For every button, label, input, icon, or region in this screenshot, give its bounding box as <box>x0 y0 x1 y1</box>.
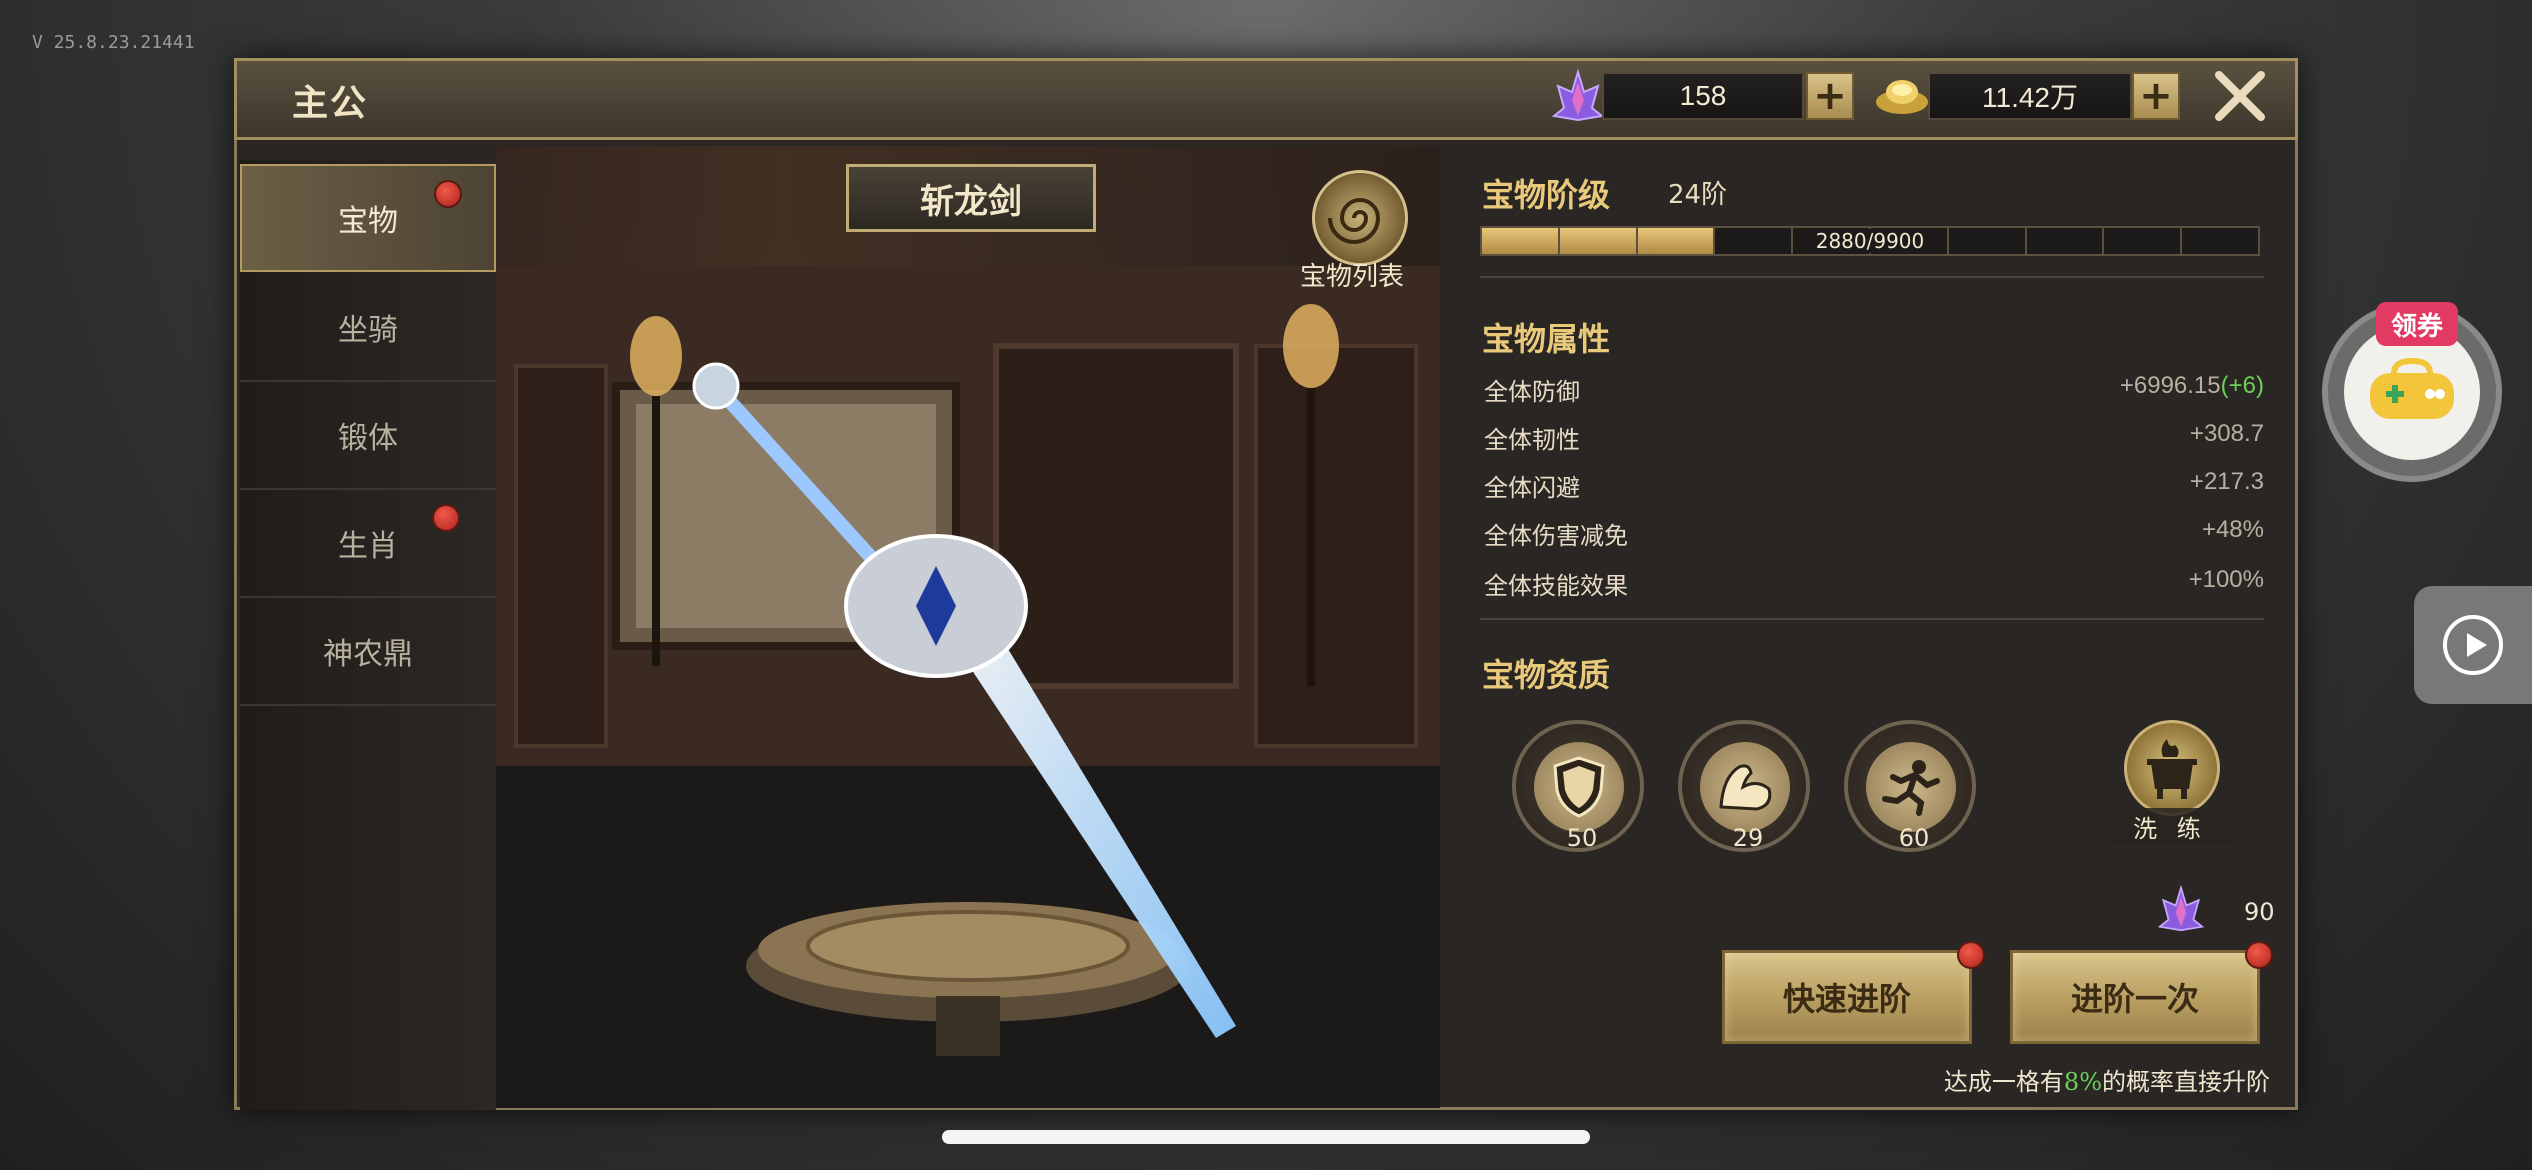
gold-ingot-icon <box>1876 80 1928 114</box>
refine-label: 洗 练 <box>2106 808 2234 844</box>
coupon-widget[interactable]: 领券 <box>2322 302 2502 482</box>
notification-badge <box>2245 941 2273 969</box>
add-gems-button[interactable]: + <box>1806 72 1854 120</box>
attr-name: 全体技能效果 <box>1484 572 1628 600</box>
upgrade-cost: 90 <box>2244 898 2275 926</box>
divider <box>1480 276 2264 278</box>
gem-icon <box>2158 884 2204 932</box>
sword-icon <box>692 362 1236 1038</box>
quality-icon-bg <box>1534 742 1624 832</box>
video-play-button[interactable] <box>2414 586 2532 704</box>
gold-count: 11.42万 <box>1982 82 2078 113</box>
quality-agility[interactable]: 60 <box>1844 720 1976 852</box>
treasure-list-label: 宝物列表 <box>1300 262 1405 292</box>
tab-label: 锻体 <box>338 421 398 456</box>
upgrade-hint: 达成一格有8%的概率直接升阶 <box>1944 1062 2270 1097</box>
tab-label: 宝物 <box>338 204 398 239</box>
hint-prefix: 达成一格有 <box>1943 1068 2064 1096</box>
gems-count: 158 <box>1679 80 1727 111</box>
gem-icon <box>1552 68 1604 122</box>
muscle-icon <box>1719 764 1772 811</box>
attr-value: +217.3 <box>2189 468 2264 495</box>
window-title: 主公 <box>292 82 369 124</box>
tab-treasure[interactable]: 宝物 <box>240 164 496 272</box>
quick-advance-button[interactable]: 快速进阶 <box>1722 941 1985 1044</box>
attr-value: +6996.15(+6) <box>2120 372 2264 400</box>
tab-label: 坐骑 <box>338 313 398 348</box>
attr-name: 全体韧性 <box>1484 426 1580 454</box>
attr-name: 全体闪避 <box>1484 474 1580 502</box>
tab-zodiac[interactable]: 生肖 <box>240 490 496 598</box>
attr-name: 全体防御 <box>1484 378 1580 406</box>
refine-button[interactable]: 洗 练 <box>2106 720 2234 844</box>
stage-value: 24阶 <box>1668 180 1728 210</box>
attr-value: +308.7 <box>2189 420 2264 447</box>
gems-display: 158 <box>1602 72 1804 120</box>
quality-icon-bg <box>1700 742 1790 832</box>
attr-value: +48% <box>2201 516 2264 543</box>
home-indicator[interactable] <box>942 1130 1590 1144</box>
quality-icon-bg <box>1866 742 1956 832</box>
running-icon <box>1882 760 1940 816</box>
refine-icon-bg <box>2124 720 2220 816</box>
tab-label: 神农鼎 <box>323 637 413 672</box>
button-label: 快速进阶 <box>1782 980 1911 1018</box>
notification-badge <box>434 180 462 208</box>
add-gold-button[interactable]: + <box>2132 72 2180 120</box>
shield-icon <box>1553 756 1605 818</box>
side-tabs: 宝物 坐骑 锻体 生肖 神农鼎 <box>240 160 496 1110</box>
notification-badge <box>1957 941 1985 969</box>
hint-suffix: 的概率直接升阶 <box>2102 1068 2270 1096</box>
version-label: V 25.8.23.21441 <box>32 32 195 53</box>
tab-shennong-cauldron[interactable]: 神农鼎 <box>240 598 496 706</box>
close-button[interactable] <box>2208 64 2272 128</box>
progress-text: 2880/9900 <box>1480 226 2260 256</box>
hint-percent: 8% <box>2063 1068 2102 1096</box>
cauldron-icon <box>2147 739 2197 799</box>
notification-badge <box>432 504 460 532</box>
spiral-icon <box>1328 198 1381 244</box>
tab-body-forging[interactable]: 锻体 <box>240 382 496 490</box>
progress-value: 2880/9900 <box>1809 229 1931 253</box>
tab-label: 生肖 <box>338 529 398 564</box>
treasure-scene <box>496 146 1440 1108</box>
quality-value: 50 <box>1566 824 1598 852</box>
coupon-tag: 领券 <box>2376 302 2458 346</box>
treasure-name: 斩龙剑 <box>920 181 1022 222</box>
attr-name: 全体伤害减免 <box>1484 522 1628 550</box>
treasure-list-button[interactable] <box>1312 170 1408 266</box>
stage-title: 宝物阶级 <box>1482 176 1611 214</box>
tab-mount[interactable]: 坐骑 <box>240 274 496 382</box>
attr-value-bonus: (+6) <box>2220 372 2264 399</box>
play-icon <box>2443 615 2503 675</box>
attributes-title: 宝物属性 <box>1482 320 1611 358</box>
quality-value: 60 <box>1898 824 1930 852</box>
close-icon <box>2215 71 2265 121</box>
button-label: 进阶一次 <box>2070 980 2199 1018</box>
quality-defense[interactable]: 50 <box>1512 720 1644 852</box>
divider <box>1480 618 2264 620</box>
quality-strength[interactable]: 29 <box>1678 720 1810 852</box>
quality-value: 29 <box>1732 824 1764 852</box>
attr-value-main: +6996.15 <box>2119 372 2221 399</box>
attr-value: +100% <box>2188 566 2264 593</box>
qualities-title: 宝物资质 <box>1482 656 1611 694</box>
advance-once-button[interactable]: 进阶一次 <box>2010 941 2273 1044</box>
gamepad-icon <box>2370 357 2454 419</box>
treasure-name-plate: 斩龙剑 <box>846 164 1096 232</box>
gold-display: 11.42万 <box>1928 72 2132 120</box>
